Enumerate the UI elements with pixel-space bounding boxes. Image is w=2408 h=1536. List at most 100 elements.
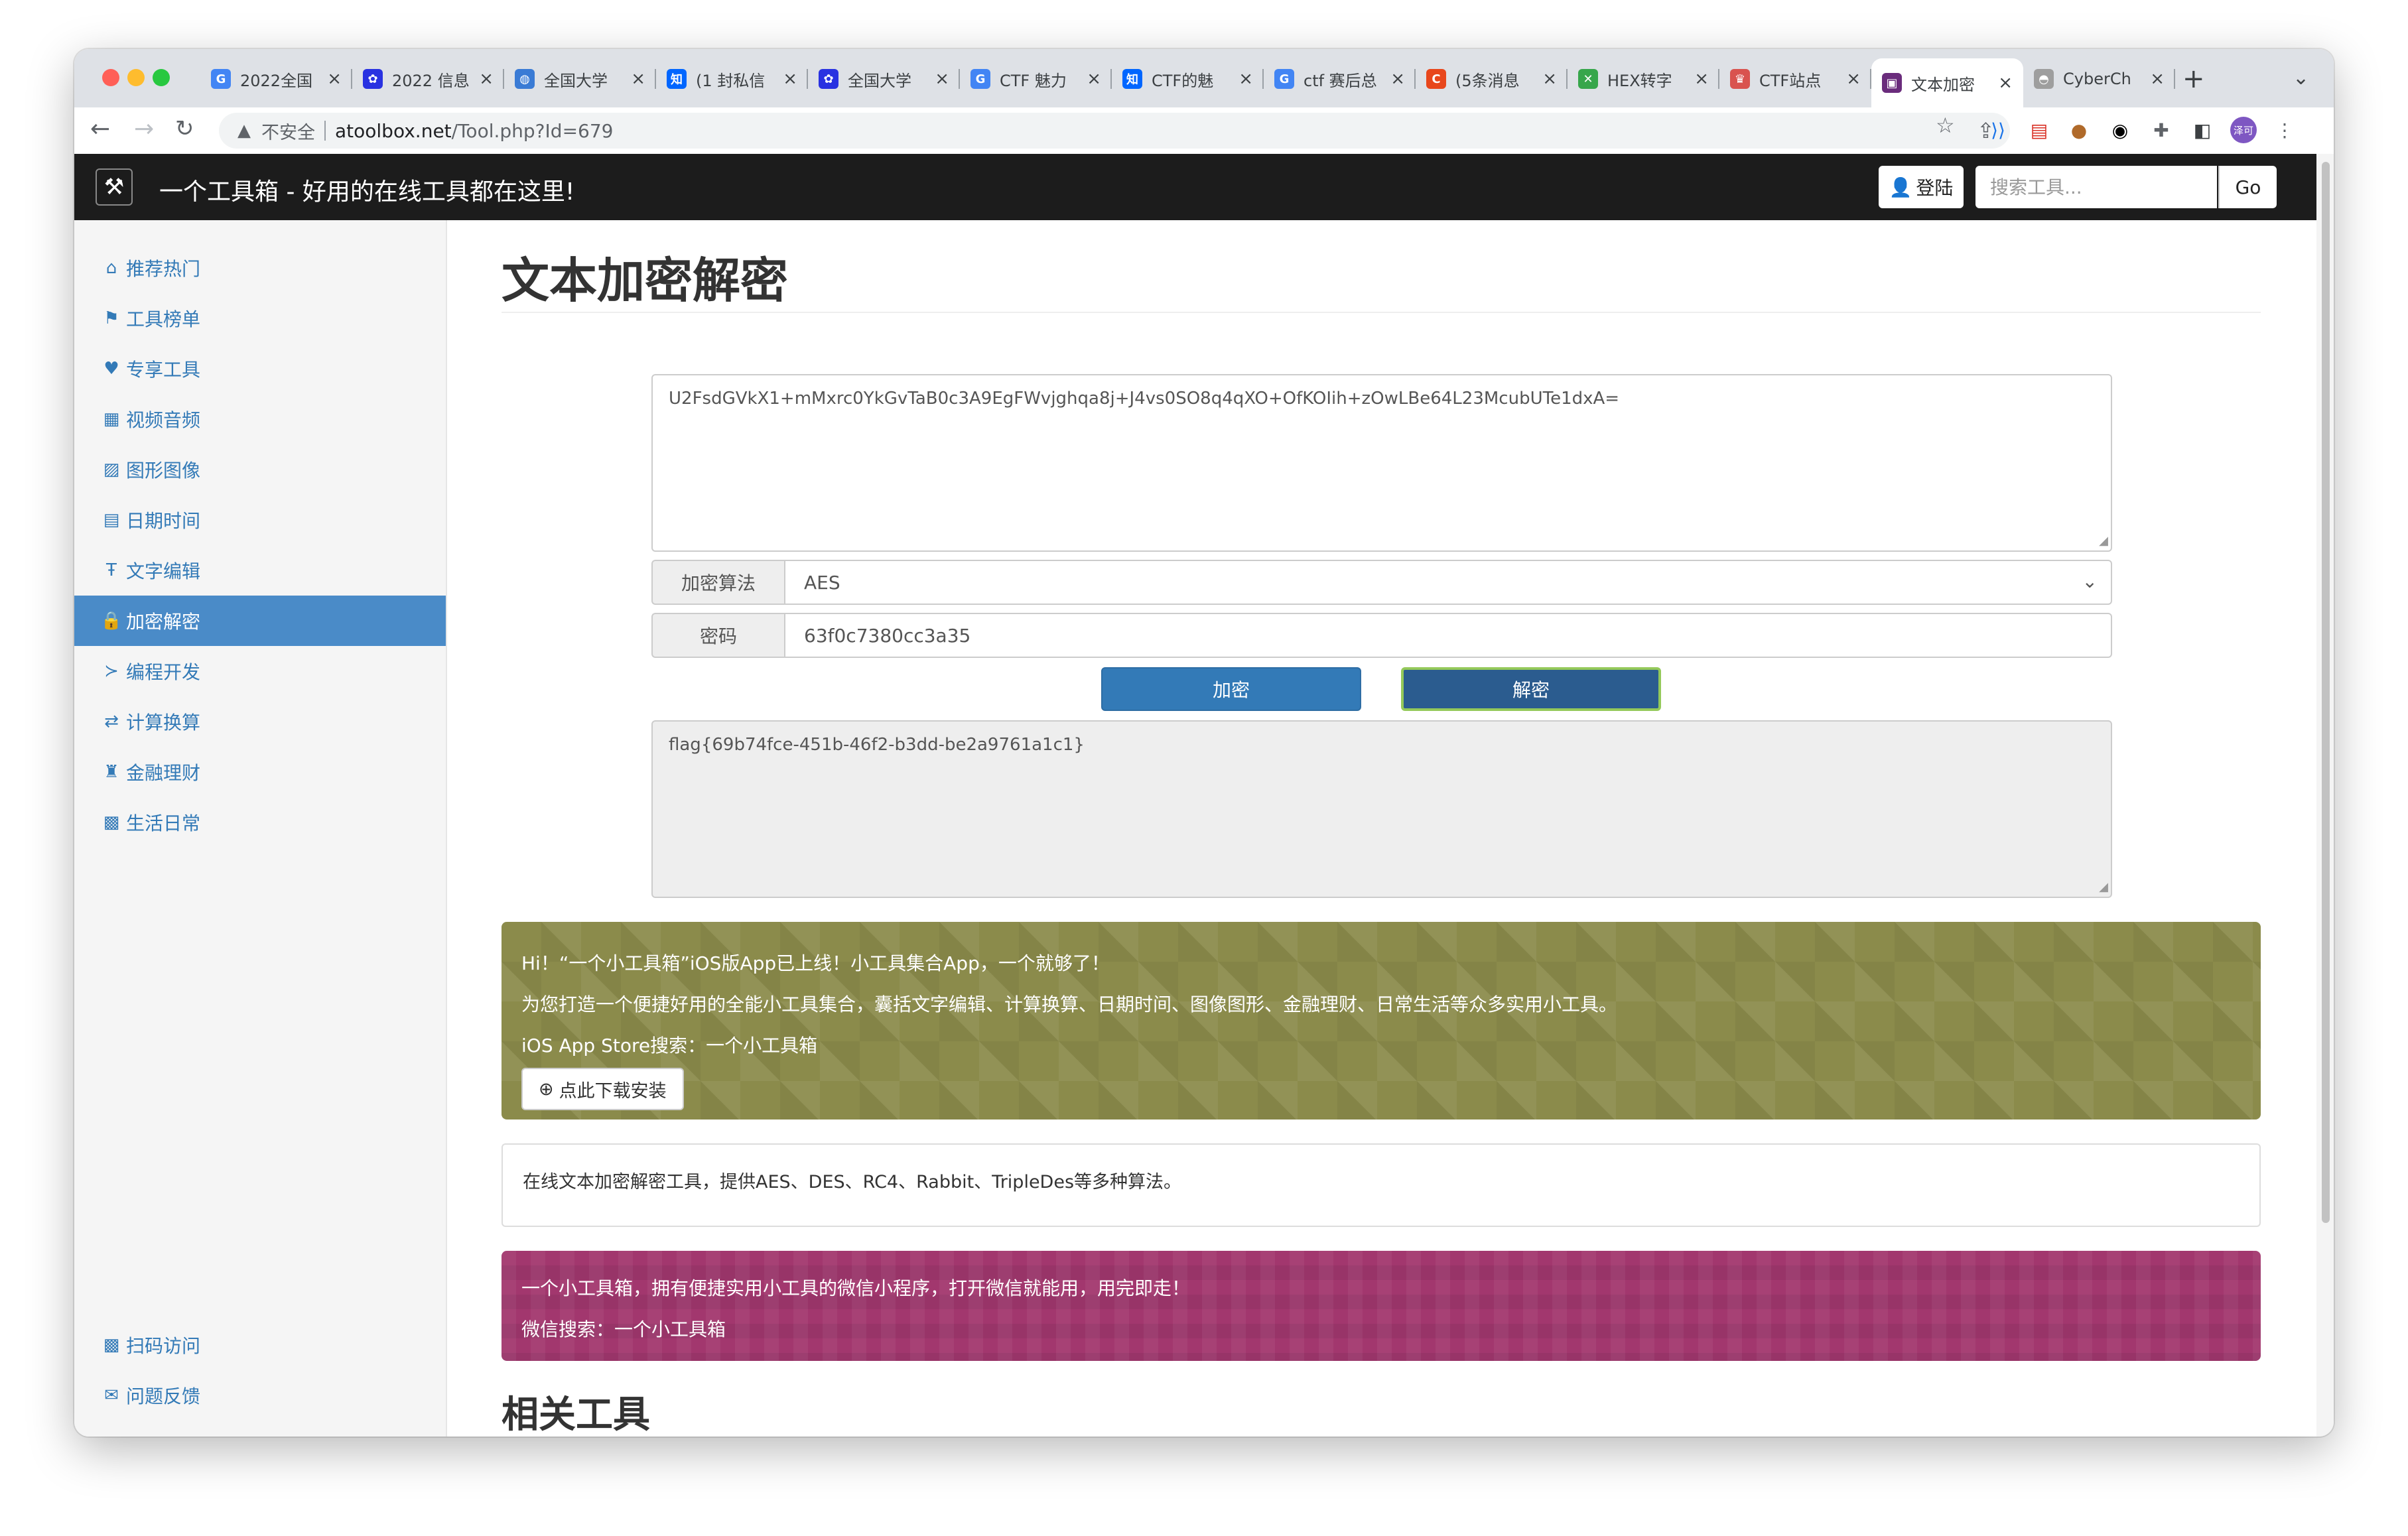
browser-tab[interactable]: G 2022全国 × — [200, 58, 352, 99]
wechat-promo-banner: 一个小工具箱，拥有便捷实用小工具的微信小程序，打开微信就能用，用完即走！ 微信搜… — [502, 1251, 2261, 1361]
close-tab-icon[interactable]: × — [1390, 69, 1405, 89]
sidebar-item[interactable]: ⇄ 计算换算 — [74, 696, 446, 747]
new-tab-button[interactable]: + — [2182, 64, 2205, 94]
site-header: ⚒ 一个工具箱 - 好用的在线工具都在这里! 👤 登陆 Go — [74, 154, 2316, 220]
sidebar-item[interactable]: Ŧ 文字编辑 — [74, 545, 446, 596]
browser-menu-icon[interactable]: ⋮ — [2271, 117, 2298, 143]
extension-translate-icon[interactable]: ⟩⟩ — [1985, 117, 2011, 143]
browser-tab[interactable]: ✕ HEX转字 × — [1568, 58, 1719, 99]
output-text: flag{69b74fce-451b-46f2-b3dd-be2a9761a1c… — [669, 735, 1085, 755]
decrypt-button[interactable]: 解密 — [1401, 667, 1661, 711]
browser-tab[interactable]: 知 (1 封私信 × — [656, 58, 808, 99]
close-tab-icon[interactable]: × — [1998, 73, 2013, 93]
transfer-icon: ⇄ — [104, 712, 119, 732]
sidebar-item[interactable]: ✉ 问题反馈 — [74, 1370, 446, 1421]
zoom-window-button[interactable] — [153, 69, 170, 86]
password-input[interactable]: 63f0c7380cc3a35 — [784, 613, 2112, 658]
zhihu-icon: 知 — [1122, 69, 1142, 89]
password-group: 密码 63f0c7380cc3a35 — [651, 613, 2112, 658]
side-panel-icon[interactable]: ◧ — [2189, 117, 2216, 143]
close-tab-icon[interactable]: × — [783, 69, 797, 89]
sidebar-item[interactable]: ⚑ 工具榜单 — [74, 293, 446, 344]
tab-title: (5条消息 — [1455, 71, 1520, 90]
download-circle-icon: ⊕ — [539, 1078, 554, 1100]
sidebar-item[interactable]: ▦ 视频音频 — [74, 394, 446, 444]
browser-tab[interactable]: Gctf 赛后总 × — [1264, 58, 1416, 99]
sidebar-item[interactable]: ▤ 日期时间 — [74, 495, 446, 545]
resize-handle-icon[interactable]: ◢ — [2099, 534, 2108, 548]
app-promo-banner: Hi！“一个小工具箱”iOS版App已上线！小工具集合App，一个就够了！ 为您… — [502, 922, 2261, 1120]
input-textarea[interactable]: U2FsdGVkX1+mMxrc0YkGvTaB0c3A9EgFWvjghqa8… — [651, 374, 2112, 552]
cyberchef-icon: ◓ — [2034, 69, 2054, 89]
sidebar-item[interactable]: ▩ 扫码访问 — [74, 1320, 446, 1370]
close-tab-icon[interactable]: × — [2150, 69, 2165, 89]
close-tab-icon[interactable]: × — [631, 69, 645, 89]
sidebar-item[interactable]: ▨ 图形图像 — [74, 444, 446, 495]
picture-icon: ▨ — [103, 460, 120, 480]
algorithm-select[interactable]: AES ⌄ — [784, 560, 2112, 605]
sidebar-item-label: 编程开发 — [126, 661, 201, 683]
title-divider — [502, 312, 2261, 313]
sidebar-item[interactable]: ♥ 专享工具 — [74, 344, 446, 394]
tab-title: 全国大学 — [848, 71, 911, 90]
baidu-icon: ✿ — [363, 69, 383, 89]
close-tab-icon[interactable]: × — [935, 69, 949, 89]
close-tab-icon[interactable]: × — [479, 69, 494, 89]
scrollbar-thumb[interactable] — [2322, 162, 2330, 1223]
browser-tab[interactable]: ◍ 全国大学 × — [504, 58, 656, 99]
sidebar-item-label: 扫码访问 — [126, 1335, 201, 1357]
tab-title: CTF的魅 — [1152, 71, 1214, 90]
encrypt-button[interactable]: 加密 — [1101, 667, 1361, 711]
tab-title: CTF 魅力 — [1000, 71, 1067, 90]
forward-button[interactable]: → — [134, 115, 154, 143]
browser-tab[interactable]: G CTF 魅力 × — [960, 58, 1112, 99]
browser-tab[interactable]: C (5条消息 × — [1416, 58, 1568, 99]
browser-tab[interactable]: ◓ CyberCh × — [2023, 58, 2175, 99]
sidebar-item[interactable]: ⌂ 推荐热门 — [74, 243, 446, 293]
close-tab-icon[interactable]: × — [1087, 69, 1101, 89]
toolbox-logo-icon[interactable]: ⚒ — [96, 168, 133, 206]
close-tab-icon[interactable]: × — [1238, 69, 1253, 89]
download-button[interactable]: ⊕ 点此下载安装 — [521, 1068, 684, 1110]
reload-button[interactable]: ↻ — [175, 115, 194, 142]
browser-tab[interactable]: ✿ 全国大学 × — [808, 58, 960, 99]
input-text: U2FsdGVkX1+mMxrc0YkGvTaB0c3A9EgFWvjghqa8… — [669, 389, 1620, 409]
close-tab-icon[interactable]: × — [1846, 69, 1861, 89]
tab-search-chevron-icon[interactable]: ⌄ — [2293, 66, 2309, 90]
go-button[interactable]: Go — [2218, 166, 2277, 208]
resize-handle-icon[interactable]: ◢ — [2099, 880, 2108, 894]
user-icon: 👤 — [1889, 176, 1912, 198]
address-bar[interactable]: ▲ 不安全 atoolbox.net /Tool.php?Id=679 ⇪ — [219, 113, 2010, 149]
sidebar-item-label: 日期时间 — [126, 510, 201, 532]
close-tab-icon[interactable]: × — [1694, 69, 1709, 89]
browser-tab[interactable]: ♛ CTF站点 × — [1719, 58, 1871, 99]
close-tab-icon[interactable]: × — [327, 69, 342, 89]
extension-circle-icon[interactable]: ◉ — [2107, 117, 2133, 143]
sidebar-item-label: 生活日常 — [126, 812, 201, 834]
extension-cookie-icon[interactable]: ● — [2066, 117, 2092, 143]
sidebar-item[interactable]: 🔒 加密解密 — [74, 596, 446, 646]
back-button[interactable]: ← — [90, 115, 110, 143]
close-tab-icon[interactable]: × — [1542, 69, 1557, 89]
sidebar-item[interactable]: ≻ 编程开发 — [74, 646, 446, 696]
sidebar-item[interactable]: ▩ 生活日常 — [74, 797, 446, 848]
sidebar-item[interactable]: ♜ 金融理财 — [74, 747, 446, 797]
extension-notes-icon[interactable]: ▤ — [2026, 117, 2052, 143]
bookmark-star-icon[interactable]: ☆ — [1936, 113, 1955, 138]
tool-search-input[interactable] — [1975, 166, 2217, 208]
algorithm-label: 加密算法 — [651, 560, 784, 605]
minimize-window-button[interactable] — [127, 69, 145, 86]
browser-tab[interactable]: 知 CTF的魅 × — [1112, 58, 1264, 99]
browser-window: G 2022全国 × ✿ 2022 信息 × ◍ 全国大学 × 知 (1 封私信 × ✿ 全国大学 × G CT… — [74, 49, 2334, 1437]
site-title[interactable]: 一个工具箱 - 好用的在线工具都在这里! — [159, 172, 574, 207]
film-icon: ▦ — [103, 409, 120, 429]
login-button[interactable]: 👤 登陆 — [1879, 166, 1964, 208]
url-path: /Tool.php?Id=679 — [451, 119, 614, 142]
browser-tab[interactable]: ✿ 2022 信息 × — [352, 58, 504, 99]
close-window-button[interactable] — [102, 69, 119, 86]
toolbox-icon: ▣ — [1882, 73, 1902, 93]
browser-tab[interactable]: ▣ 文本加密 × — [1871, 58, 2023, 107]
profile-avatar[interactable]: 泽可 — [2230, 117, 2257, 143]
extensions-puzzle-icon[interactable]: ✚ — [2148, 117, 2174, 143]
output-textarea[interactable]: flag{69b74fce-451b-46f2-b3dd-be2a9761a1c… — [651, 720, 2112, 898]
